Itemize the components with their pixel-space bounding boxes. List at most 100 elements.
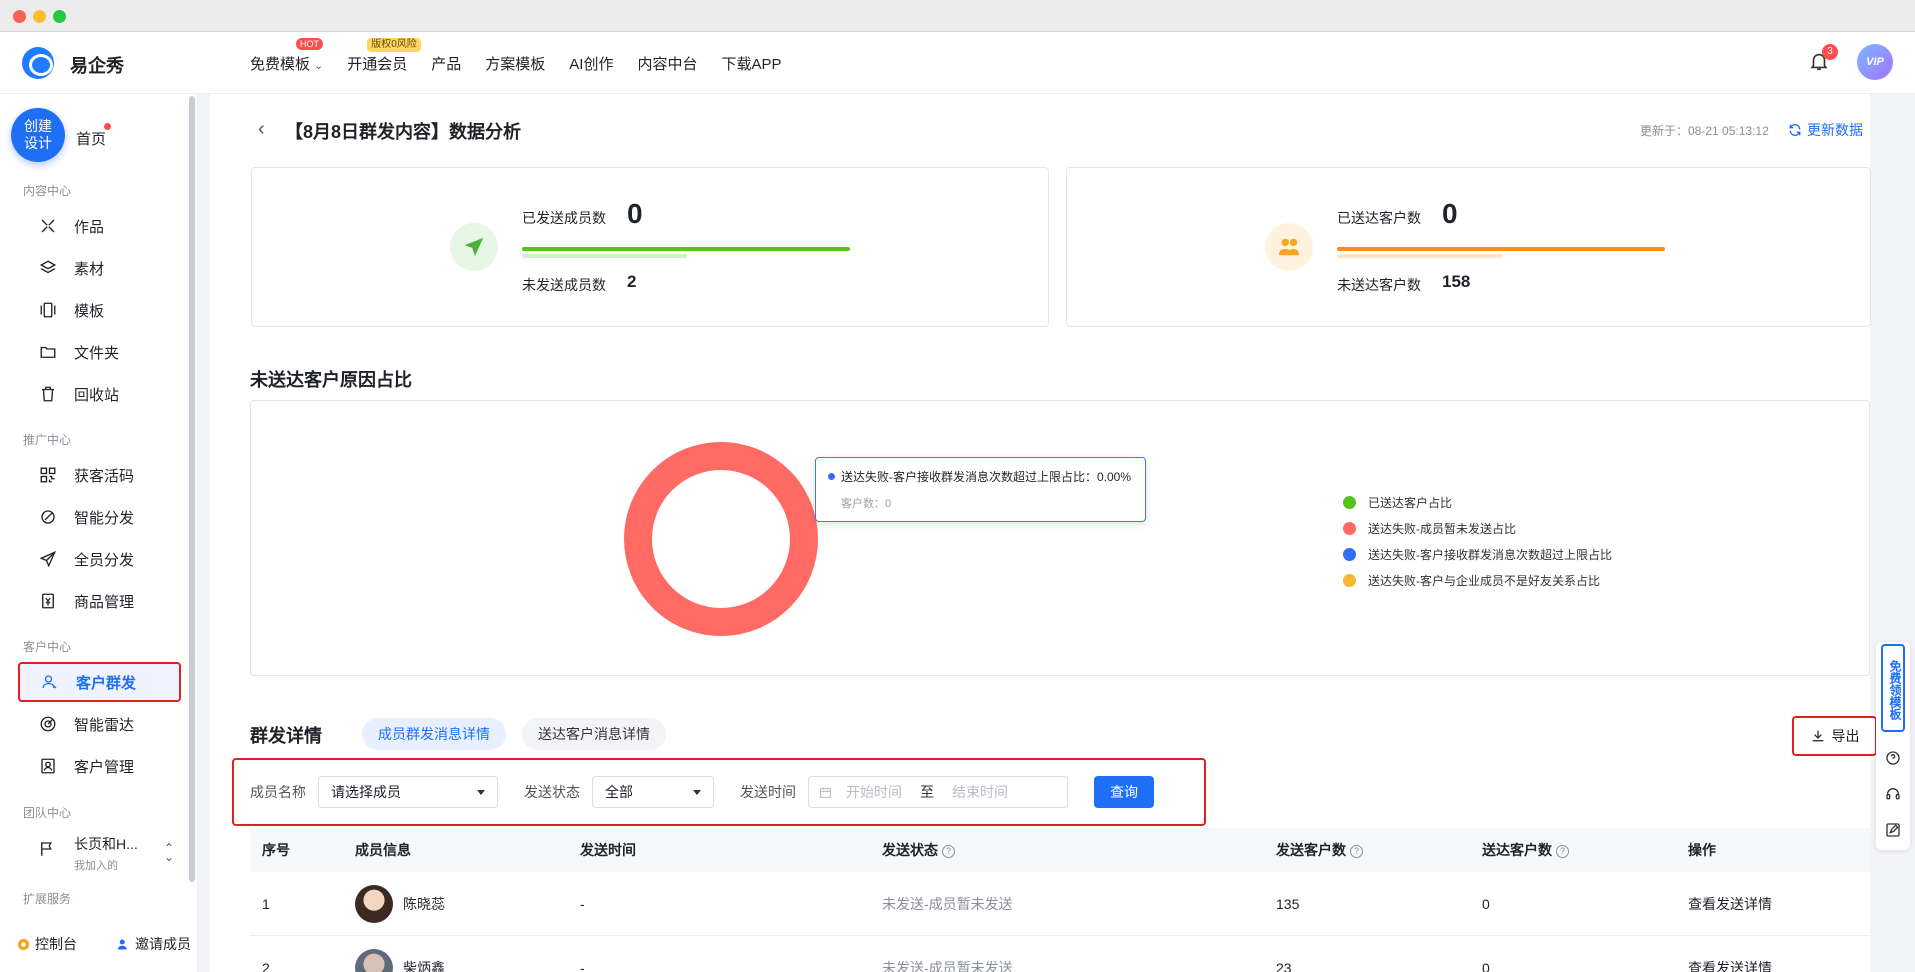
status-select[interactable]: 全部 (592, 776, 714, 808)
expand-collapse-icon[interactable]: ⌃ ⌄ (164, 842, 174, 863)
sidebar-item-customer-management[interactable]: 客户管理 (18, 746, 181, 786)
start-time-input[interactable]: 开始时间 (846, 782, 902, 802)
invite-member-button[interactable]: 邀请成员 (116, 934, 191, 954)
legend-item[interactable]: 送达失败-客户与企业成员不是好友关系占比 (1343, 567, 1612, 593)
invite-label: 邀请成员 (135, 936, 191, 952)
refresh-data-button[interactable]: 更新数据 (1788, 120, 1863, 140)
legend-item[interactable]: 送达失败-客户接收群发消息次数超过上限占比 (1343, 541, 1612, 567)
sidebar-scrollbar[interactable] (189, 96, 195, 882)
minimize-window-button[interactable] (33, 10, 46, 23)
sidebar: 创建设计 首页 内容中心 作品 素材 模板 文件夹 回收站 推广中心 获客活码 … (0, 94, 198, 972)
sidebar-item-product-management[interactable]: 商品管理 (18, 581, 181, 621)
back-chevron-icon[interactable]: ‹ (258, 118, 265, 141)
help-icon[interactable]: ? (1556, 845, 1569, 858)
folder-icon (38, 342, 58, 362)
sidebar-item-materials[interactable]: 素材 (18, 248, 181, 288)
sidebar-item-all-distribute[interactable]: 全员分发 (18, 539, 181, 579)
date-range-picker[interactable]: 开始时间 至 结束时间 (808, 776, 1068, 808)
chevron-down-icon: ⌄ (314, 60, 324, 72)
tab-member-details[interactable]: 成员群发消息详情 (362, 718, 506, 750)
sidebar-item-label: 素材 (74, 260, 105, 278)
query-button[interactable]: 查询 (1094, 776, 1154, 808)
section-team-center: 团队中心 (23, 806, 72, 820)
create-design-button[interactable]: 创建设计 (11, 108, 65, 162)
maximize-window-button[interactable] (53, 10, 66, 23)
brand-logo-icon[interactable] (22, 47, 54, 79)
sent-members-bar-sub (522, 254, 687, 258)
nav-ai-create[interactable]: AI创作 (569, 53, 613, 74)
col-sent-customers: 发送客户数? (1276, 840, 1482, 860)
legend-label: 送达失败-客户与企业成员不是好友关系占比 (1368, 573, 1600, 588)
member-select[interactable]: 请选择成员 (318, 776, 498, 808)
close-window-button[interactable] (13, 10, 26, 23)
donut-slice[interactable] (624, 442, 818, 636)
download-icon (1812, 730, 1823, 742)
donut-chart (624, 442, 818, 636)
unsent-members-label: 未发送成员数 (522, 277, 606, 293)
refresh-icon (1789, 123, 1801, 137)
nav-label: 免费模板 (250, 56, 311, 73)
table-row: 2 柴炳鑫 - 未发送-成员暂未发送 23 0 查看发送详情 (250, 936, 1870, 972)
legend-item[interactable]: 已送达客户占比 (1343, 489, 1612, 515)
nav-products[interactable]: 产品 (431, 53, 461, 74)
customer-stats-card: 已送达客户数 0 未送达客户数 158 (1066, 167, 1871, 327)
edit-icon[interactable] (1885, 822, 1901, 838)
user-broadcast-icon (40, 672, 60, 692)
team-switcher[interactable]: 长页和H... 我加入的 (38, 834, 138, 873)
sent-members-value: 0 (627, 198, 643, 229)
console-button[interactable]: 控制台 (16, 934, 77, 954)
avatar (355, 884, 393, 923)
sidebar-item-home[interactable]: 首页 (76, 128, 106, 149)
row-send-time: - (580, 895, 585, 912)
export-button[interactable]: 导出 (1792, 716, 1877, 756)
col-label: 送达客户数 (1482, 842, 1552, 858)
section-promo-center: 推广中心 (23, 433, 72, 447)
tab-customer-details[interactable]: 送达客户消息详情 (522, 718, 666, 750)
details-title: 群发详情 (250, 726, 322, 746)
nav-content-hub[interactable]: 内容中台 (637, 53, 697, 74)
sidebar-item-smart-radar[interactable]: 智能雷达 (18, 704, 181, 744)
sidebar-item-trash[interactable]: 回收站 (18, 374, 181, 414)
help-circle-icon[interactable] (1885, 750, 1901, 766)
legend-label: 已送达客户占比 (1368, 495, 1453, 510)
right-floating-toolbar: 免费领模板 (1876, 642, 1910, 850)
sidebar-item-folders[interactable]: 文件夹 (18, 332, 181, 372)
row-send-time: - (580, 959, 585, 972)
row-member: 陈晓蕊 (355, 884, 580, 923)
customer-service-icon[interactable] (1885, 786, 1901, 802)
status-filter-label: 发送状态 (524, 784, 580, 800)
nav-free-templates[interactable]: 免费模板 ⌄ HOT (250, 38, 324, 74)
product-icon (38, 591, 58, 611)
nav-download-app[interactable]: 下载APP (721, 53, 781, 74)
help-icon[interactable]: ? (1350, 845, 1363, 858)
sent-members-label: 已发送成员数 (522, 210, 606, 226)
free-template-button[interactable]: 免费领模板 (1881, 644, 1905, 732)
sidebar-item-label: 客户群发 (76, 674, 137, 692)
col-send-status: 发送状态? (882, 840, 1276, 860)
sidebar-item-customer-broadcast[interactable]: 客户群发 (18, 662, 181, 702)
sent-members-bar (522, 247, 850, 251)
view-send-details-link[interactable]: 查看发送详情 (1688, 894, 1870, 914)
legend-label: 送达失败-客户接收群发消息次数超过上限占比 (1368, 547, 1612, 562)
end-time-input[interactable]: 结束时间 (952, 782, 1008, 802)
sidebar-item-qrcode[interactable]: 获客活码 (18, 455, 181, 495)
nav-solution-templates[interactable]: 方案模板 (485, 53, 545, 74)
caret-down-icon (693, 789, 701, 795)
col-index: 序号 (262, 842, 290, 858)
help-icon[interactable]: ? (942, 845, 955, 858)
avatar (355, 948, 393, 972)
sidebar-item-smart-distribute[interactable]: 智能分发 (18, 497, 181, 537)
nav-membership[interactable]: 开通会员 版权0风险 (347, 38, 421, 74)
sidebar-item-works[interactable]: 作品 (18, 206, 181, 246)
window-titlebar (0, 0, 1915, 32)
brand-name[interactable]: 易企秀 (70, 52, 124, 78)
view-send-details-link[interactable]: 查看发送详情 (1688, 958, 1870, 972)
notification-count-badge: 3 (1822, 44, 1838, 60)
legend-item[interactable]: 送达失败-成员暂未发送占比 (1343, 515, 1612, 541)
col-member: 成员信息 (355, 842, 411, 858)
sidebar-item-templates[interactable]: 模板 (18, 290, 181, 330)
user-avatar[interactable]: VIP (1857, 44, 1893, 80)
legend-dot (1343, 521, 1356, 535)
calendar-icon (820, 787, 831, 798)
radar-icon (38, 714, 58, 734)
